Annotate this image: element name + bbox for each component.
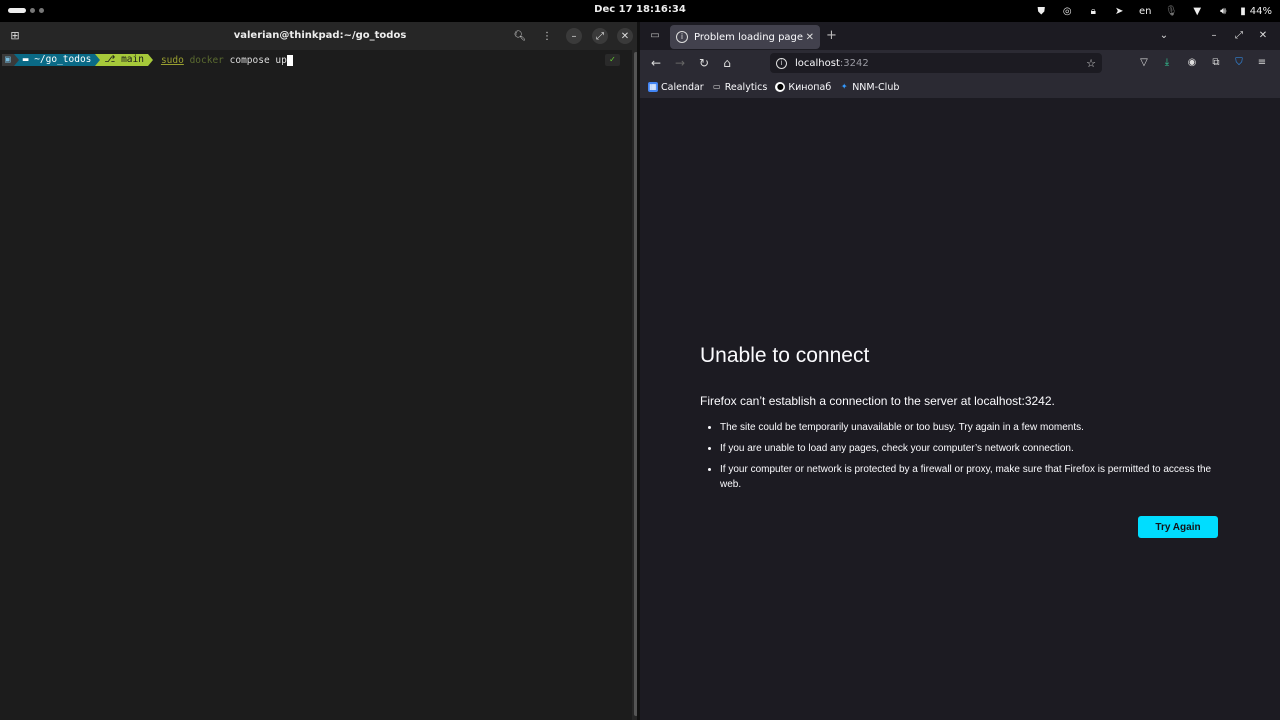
- error-title: Unable to connect: [700, 344, 870, 367]
- tab-bar[interactable]: ▭ i Problem loading page ✕ + ⌄ – ⤢ ✕: [640, 22, 1280, 50]
- info-icon: i: [676, 31, 688, 43]
- prompt-directory: ▬ ~/go_todos: [18, 54, 96, 66]
- new-tab-button[interactable]: +: [826, 28, 837, 43]
- terminal-titlebar[interactable]: ⊞ valerian@thinkpad:~/go_todos 🔍︎ ⋮ – ⤢ …: [0, 22, 640, 50]
- shield-extension-icon[interactable]: ⛉: [1231, 55, 1247, 71]
- workspace-indicator[interactable]: [8, 8, 44, 13]
- minimize-icon[interactable]: –: [566, 28, 582, 44]
- chevron-down-icon[interactable]: ⌄: [1156, 28, 1172, 44]
- bookmark-nnm-club[interactable]: ✦ NNM-Club: [839, 82, 900, 93]
- tab-title: Problem loading page: [694, 31, 804, 43]
- error-tips-list: The site could be temporarily unavailabl…: [720, 420, 1220, 498]
- shield-icon[interactable]: ⛊: [1028, 3, 1054, 19]
- text-cursor: [286, 54, 293, 66]
- status-check-icon: ✓: [604, 54, 620, 66]
- tab-active[interactable]: i Problem loading page ✕: [670, 25, 820, 49]
- prompt-line: ▣ ▬ ~/go_todos ⎇ main sudo docker compos…: [2, 54, 293, 66]
- kinopab-icon: ●: [775, 82, 786, 92]
- workspace-dot[interactable]: [30, 8, 35, 13]
- battery-icon: ▮: [1240, 5, 1246, 17]
- url-host: localhost: [795, 57, 840, 69]
- command-input[interactable]: sudo docker compose up: [161, 54, 293, 66]
- site-info-icon[interactable]: i: [776, 57, 787, 69]
- bookmarks-toolbar: ▦ Calendar ▭ Realytics ● Кинопаб ✦ NNM-C…: [640, 76, 1280, 98]
- firefox-window[interactable]: ▭ i Problem loading page ✕ + ⌄ – ⤢ ✕ ← →…: [640, 22, 1280, 720]
- menu-icon[interactable]: ⋮: [539, 28, 555, 44]
- tab-overview-icon[interactable]: ▭: [648, 29, 662, 43]
- folder-icon: ▭: [712, 82, 721, 91]
- bookmark-realytics[interactable]: ▭ Realytics: [712, 82, 767, 93]
- url-port: :3242: [839, 57, 869, 69]
- wifi-icon[interactable]: ▼: [1184, 3, 1210, 19]
- list-item: If you are unable to load any pages, che…: [720, 441, 1220, 456]
- vpn-icon[interactable]: ◎: [1054, 3, 1080, 19]
- keyboard-layout[interactable]: en: [1132, 3, 1158, 19]
- list-item: If your computer or network is protected…: [720, 462, 1220, 492]
- workspace-dot-active[interactable]: [8, 8, 26, 13]
- close-icon[interactable]: ✕: [1255, 28, 1271, 44]
- page-content: Unable to connect Firefox can’t establis…: [640, 98, 1280, 720]
- folder-icon: ▬: [22, 54, 35, 65]
- minimize-icon[interactable]: –: [1206, 28, 1222, 44]
- system-tray[interactable]: ⛊ ◎ 🔒︎ ➤ en 🎙︎ ▼ 🔊︎ ▮ 44%: [1028, 3, 1273, 19]
- battery-indicator[interactable]: ▮ 44%: [1236, 6, 1272, 17]
- git-branch-icon: ⎇: [104, 54, 122, 65]
- prompt-git-branch: ⎇ main: [100, 54, 148, 66]
- volume-icon[interactable]: 🔊︎: [1210, 3, 1236, 19]
- microphone-muted-icon[interactable]: 🎙︎: [1158, 3, 1184, 19]
- forward-icon[interactable]: →: [672, 55, 688, 71]
- terminal-window[interactable]: ⊞ valerian@thinkpad:~/go_todos 🔍︎ ⋮ – ⤢ …: [0, 22, 640, 720]
- extensions-icon[interactable]: ⧉: [1208, 55, 1224, 71]
- terminal-body[interactable]: ▣ ▬ ~/go_todos ⎇ main sudo docker compos…: [0, 50, 632, 720]
- navigation-toolbar: ← → ↻ ⌂ i localhost:3242 ☆ ▽ ⤓ ◉ ⧉ ⛉ ≡: [640, 50, 1280, 76]
- maximize-icon[interactable]: ⤢: [592, 28, 608, 44]
- bookmark-star-icon[interactable]: ☆: [1086, 57, 1096, 70]
- bookmark-calendar[interactable]: ▦ Calendar: [648, 82, 704, 93]
- maximize-icon[interactable]: ⤢: [1231, 28, 1247, 44]
- search-icon[interactable]: 🔍︎: [512, 28, 528, 44]
- workspace-dot[interactable]: [39, 8, 44, 13]
- list-item: The site could be temporarily unavailabl…: [720, 420, 1220, 435]
- url-bar[interactable]: i localhost:3242 ☆: [770, 53, 1102, 73]
- lock-icon[interactable]: 🔒︎: [1080, 3, 1106, 19]
- tab-close-icon[interactable]: ✕: [806, 32, 814, 43]
- nnm-club-icon: ✦: [840, 82, 848, 91]
- download-icon[interactable]: ⤓: [1159, 55, 1175, 71]
- calendar-icon: ▦: [648, 82, 658, 92]
- telegram-icon[interactable]: ➤: [1106, 3, 1132, 19]
- hamburger-menu-icon[interactable]: ≡: [1254, 55, 1270, 71]
- os-icon: ▣: [2, 54, 14, 66]
- reload-icon[interactable]: ↻: [696, 55, 712, 71]
- battery-percent: 44%: [1249, 5, 1272, 17]
- home-icon[interactable]: ⌂: [719, 55, 735, 71]
- try-again-button[interactable]: Try Again: [1138, 516, 1218, 538]
- account-icon[interactable]: ◉: [1184, 55, 1200, 71]
- error-description: Firefox can’t establish a connection to …: [700, 394, 1055, 408]
- close-icon[interactable]: ✕: [617, 28, 633, 44]
- bookmark-kinopab[interactable]: ● Кинопаб: [775, 82, 831, 93]
- pocket-icon[interactable]: ▽: [1136, 55, 1152, 71]
- back-icon[interactable]: ←: [648, 55, 664, 71]
- top-bar: Dec 17 18:16:34 ⛊ ◎ 🔒︎ ➤ en 🎙︎ ▼ 🔊︎ ▮ 44…: [0, 0, 1280, 22]
